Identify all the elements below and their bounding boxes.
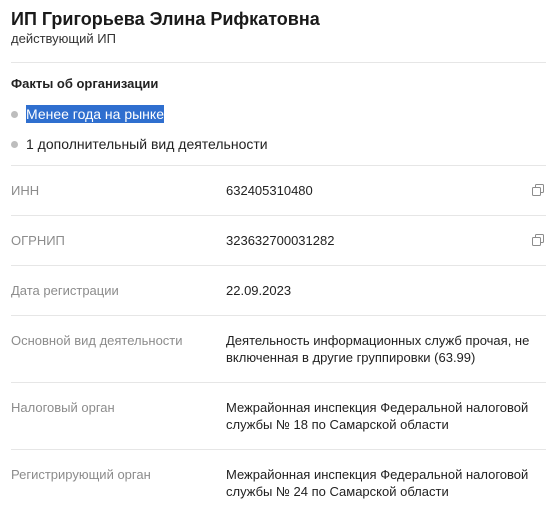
fact-item: Менее года на рынке [11,105,164,123]
bullet-icon [11,110,18,118]
company-header: ИП Григорьева Элина Рифкатовна действующ… [11,8,546,47]
fact-text: 1 дополнительный вид деятельности [26,136,268,152]
company-name: ИП Григорьева Элина Рифкатовна [11,9,320,29]
ogrnip-label: ОГРНИП [11,233,65,248]
copy-icon[interactable] [532,234,544,246]
divider [11,165,546,166]
registrar-label: Регистрирующий орган [11,467,151,482]
divider [11,215,546,216]
divider [11,449,546,450]
tax-label: Налоговый орган [11,400,115,415]
activity-label: Основной вид деятельности [11,333,183,348]
inn-label: ИНН [11,183,40,198]
divider [11,382,546,383]
divider [11,62,546,63]
divider [11,315,546,316]
registrar-value: Межрайонная инспекция Федеральной налого… [226,467,529,499]
company-status: действующий ИП [11,31,116,46]
divider [11,265,546,266]
reg-date-value: 22.09.2023 [226,283,292,298]
activity-value[interactable]: Деятельность информационных служб прочая… [226,332,536,366]
fact-text: Менее года на рынке [26,105,164,123]
bullet-icon [11,140,18,148]
inn-value[interactable]: 632405310480 [226,182,536,199]
tax-value: Межрайонная инспекция Федеральной налого… [226,400,529,432]
fact-item: 1 дополнительный вид деятельности [11,135,268,153]
facts-title: Факты об организации [11,76,159,91]
reg-date-label: Дата регистрации [11,283,119,298]
ogrnip-value[interactable]: 323632700031282 [226,232,536,249]
copy-icon[interactable] [532,184,544,196]
